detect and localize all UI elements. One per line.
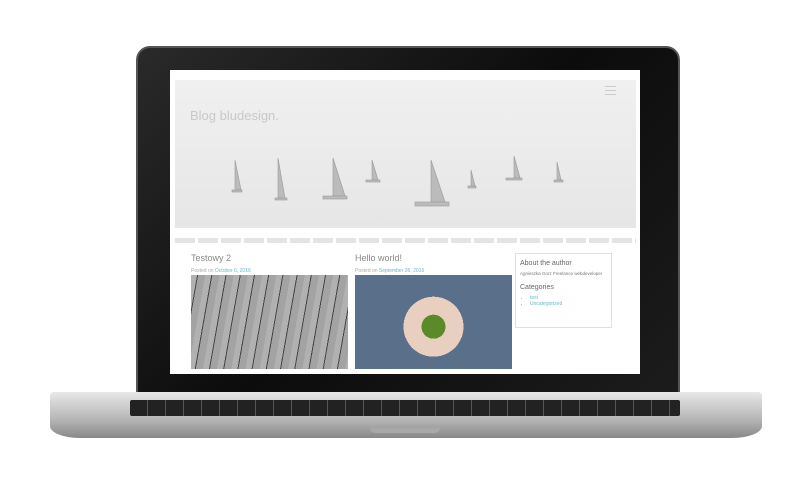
post-card: Testowy 2 Posted on October 6, 2016	[191, 253, 348, 369]
about-heading: About the author	[520, 260, 572, 267]
post-title[interactable]: Hello world!	[355, 253, 512, 263]
post-date-link[interactable]: September 26, 2016	[379, 268, 424, 274]
post-date-link[interactable]: October 6, 2016	[215, 268, 251, 274]
posted-on-label: Posted on	[191, 268, 214, 274]
category-link[interactable]: Uncategorized	[530, 301, 607, 307]
laptop-screen: Blog bludesign. Testowy 2 Posted on Octo…	[170, 70, 640, 374]
post-title[interactable]: Testowy 2	[191, 253, 348, 263]
divider	[175, 238, 636, 243]
header-image: Blog bludesign.	[175, 80, 636, 228]
lid-notch	[370, 428, 440, 433]
posted-on-label: Posted on	[355, 268, 378, 274]
sailboats-illustration	[231, 155, 564, 207]
categories-heading: Categories	[520, 284, 554, 291]
post-card: Hello world! Posted on September 26, 201…	[355, 253, 512, 369]
keyboard	[130, 400, 680, 416]
post-thumbnail-moss[interactable]	[355, 275, 512, 369]
post-thumbnail-bridge[interactable]	[191, 275, 348, 369]
about-text: Agnieszka Gorz Freelance webdeveloper	[520, 271, 603, 276]
sidebar-widget: About the author Agnieszka Gorz Freelanc…	[515, 253, 612, 328]
